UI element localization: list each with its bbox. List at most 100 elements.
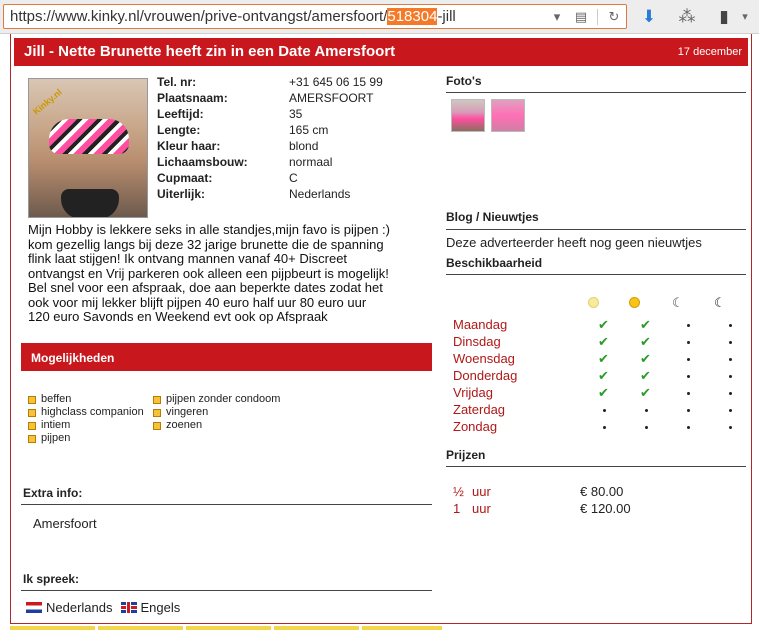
option-label: intiem [41,419,71,431]
extension-icon[interactable]: ⁂ [675,6,699,28]
profile-label: Lichaamsbouw: [157,155,248,169]
profile-description: Mijn Hobby is lekkere seks in alle stand… [28,222,390,324]
reader-view-icon[interactable]: ▤ [573,5,589,28]
unavailable-dot-icon [729,358,732,361]
url-selected-text: 518304 [387,8,438,25]
unavailable-dot-icon [603,409,606,412]
unavailable-dot-icon [687,375,690,378]
bullet-square-icon [28,396,36,404]
day-label: Zondag [453,419,498,434]
bullet-square-icon [28,435,36,443]
extra-info-value: Amersfoort [33,516,97,531]
unavailable-dot-icon [603,426,606,429]
blog-empty-text: Deze adverteerder heeft nog geen nieuwtj… [446,235,702,250]
unavailable-dot-icon [729,375,732,378]
day-label: Donderdag [453,368,518,383]
netherlands-flag-icon [26,602,42,613]
divider [21,504,432,505]
profile-value: C [289,171,298,185]
profile-label: Lengte: [157,123,201,137]
divider [446,92,746,93]
url-bar[interactable]: https://www.kinky.nl/vrouwen/prive-ontva… [3,4,627,29]
unavailable-dot-icon [687,392,690,395]
profile-value: 165 cm [289,123,329,137]
bullet-square-icon [153,409,161,417]
option-item: beffen [28,393,144,406]
unavailable-dot-icon [729,341,732,344]
available-check-icon: ✔ [640,317,651,332]
availability-heading: Beschikbaarheid [446,256,543,270]
price-unit: uur [472,484,491,499]
profile-label: Tel. nr: [157,75,197,89]
unavailable-dot-icon [645,409,648,412]
fotos-heading: Foto's [446,74,482,88]
profile-value: Nederlands [289,187,351,201]
photo-thumbnail[interactable] [491,99,525,132]
language-item: Engels [140,600,181,615]
url-separator [597,8,598,25]
profile-value: +31 645 06 15 99 [289,75,383,89]
option-label: zoenen [166,419,203,431]
option-item: highclass companion [28,406,144,419]
options-column-1: beffen highclass companion intiem pijpen [28,393,144,445]
unavailable-dot-icon [645,426,648,429]
available-check-icon: ✔ [598,368,609,383]
option-item: pijpen zonder condoom [153,393,280,406]
option-item: vingeren [153,406,280,419]
day-label: Dinsdag [453,334,501,349]
night-moon-icon: ☾ [714,295,726,310]
unavailable-dot-icon [687,341,690,344]
unavailable-dot-icon [729,324,732,327]
extra-info-heading: Extra info: [23,486,83,500]
available-check-icon: ✔ [598,317,609,332]
option-label: pijpen zonder condoom [166,393,281,405]
profile-value: blond [289,139,319,153]
price-quantity: ½ [453,484,464,499]
download-icon[interactable]: ⬇ [637,6,661,28]
unavailable-dot-icon [729,426,732,429]
reload-icon[interactable]: ↻ [606,5,622,28]
bullet-square-icon [153,422,161,430]
day-label: Maandag [453,317,508,332]
option-item: pijpen [28,432,144,445]
toolbar-dropdown-icon[interactable]: ▾ [738,6,752,28]
option-label: highclass companion [41,406,144,418]
browser-toolbar: https://www.kinky.nl/vrouwen/prive-ontva… [0,0,759,34]
uk-flag-icon [120,602,137,613]
available-check-icon: ✔ [640,351,651,366]
profile-value: 35 [289,107,303,121]
profile-value: AMERSFOORT [289,91,374,105]
prices-heading: Prijzen [446,448,486,462]
price-quantity: 1 [453,501,461,516]
available-check-icon: ✔ [640,385,651,400]
options-column-2: pijpen zonder condoom vingeren zoenen [153,393,280,432]
price-unit: uur [472,501,491,516]
profile-photo[interactable]: Kinky.nl [28,78,148,218]
languages-list: Nederlands Engels [26,600,180,615]
bullet-square-icon [153,396,161,404]
profile-label: Uiterlijk: [157,187,206,201]
profile-value: normaal [289,155,333,169]
language-item: Nederlands [46,600,113,615]
divider [446,229,746,230]
unavailable-dot-icon [687,358,690,361]
price-value: € 120.00 [580,501,631,516]
option-label: vingeren [166,406,209,418]
unavailable-dot-icon [729,392,732,395]
photo-watermark: Kinky.nl [31,86,64,117]
available-check-icon: ✔ [640,334,651,349]
bullet-square-icon [28,422,36,430]
bottom-tab-strip [10,626,442,630]
afternoon-sun-icon [629,297,640,308]
profile-label: Leeftijd: [157,107,204,121]
dropdown-arrow-icon[interactable]: ▾ [549,5,565,28]
photo-thumbnail[interactable] [451,99,485,132]
available-check-icon: ✔ [640,368,651,383]
clipboard-icon[interactable]: ▮ [712,6,736,28]
profile-label: Cupmaat: [157,171,213,185]
profile-label: Kleur haar: [157,139,221,153]
unavailable-dot-icon [687,324,690,327]
photo-detail [49,119,129,154]
page-title: Jill - Nette Brunette heeft zin in een D… [24,43,396,60]
unavailable-dot-icon [687,409,690,412]
